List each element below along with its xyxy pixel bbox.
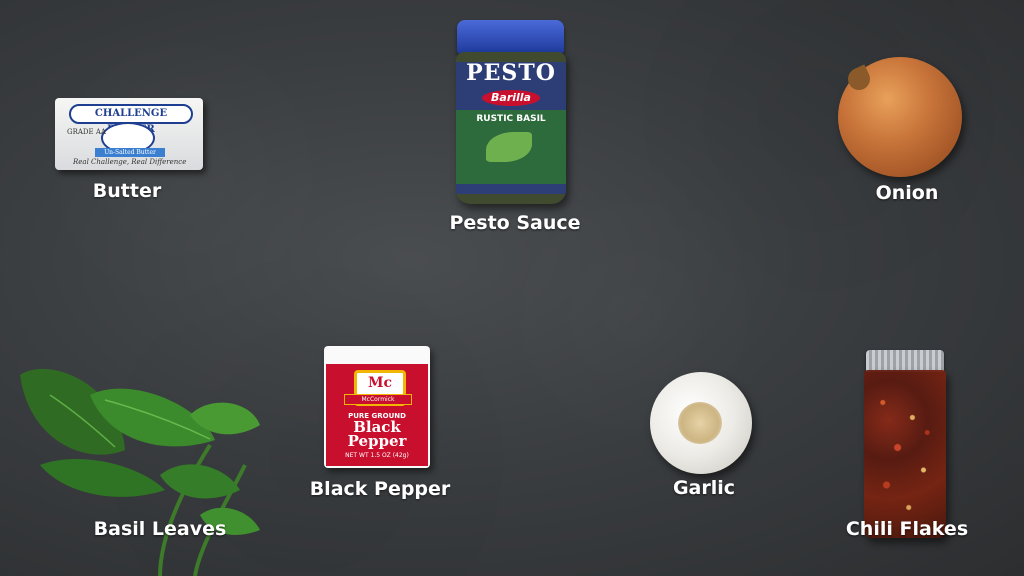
- label-garlic: Garlic: [672, 477, 736, 499]
- label-onion: Onion: [875, 182, 939, 204]
- label-chili: Chili Flakes: [845, 518, 969, 540]
- basil-sprig: [20, 368, 260, 576]
- chili-jar-lid: [866, 350, 944, 372]
- label-pesto: Pesto Sauce: [449, 212, 581, 234]
- pesto-jar: PESTO Barilla RUSTIC BASIL: [456, 52, 566, 204]
- label-pepper: Black Pepper: [309, 478, 451, 500]
- butter-brand: CHALLENGE BUTTER: [69, 104, 193, 135]
- pesto-variety: RUSTIC BASIL: [476, 114, 546, 124]
- ingredients-photo: CHALLENGE BUTTER GRADE AA Un-Salted Butt…: [0, 0, 1024, 576]
- pepper-line2: Black Pepper: [347, 418, 407, 450]
- pesto-jar-lid: [457, 20, 564, 54]
- butter-grade: GRADE AA: [67, 128, 106, 136]
- pesto-name: PESTO: [466, 60, 556, 86]
- butter-pack: CHALLENGE BUTTER GRADE AA Un-Salted Butt…: [55, 98, 203, 170]
- pepper-tin: Mc McCormick PURE GROUND Black Pepper NE…: [324, 346, 430, 468]
- pepper-net-weight: NET WT 1.5 OZ (42g): [345, 452, 409, 459]
- butter-band: Un-Salted Butter: [95, 148, 165, 157]
- chili-flakes: [868, 380, 942, 530]
- label-basil: Basil Leaves: [93, 518, 227, 540]
- mccormick-name: McCormick: [344, 394, 412, 405]
- butter-slogan: Real Challenge, Real Difference: [73, 158, 187, 166]
- garlic-root: [678, 402, 722, 444]
- barilla-logo: Barilla: [482, 90, 540, 106]
- label-butter: Butter: [92, 180, 162, 202]
